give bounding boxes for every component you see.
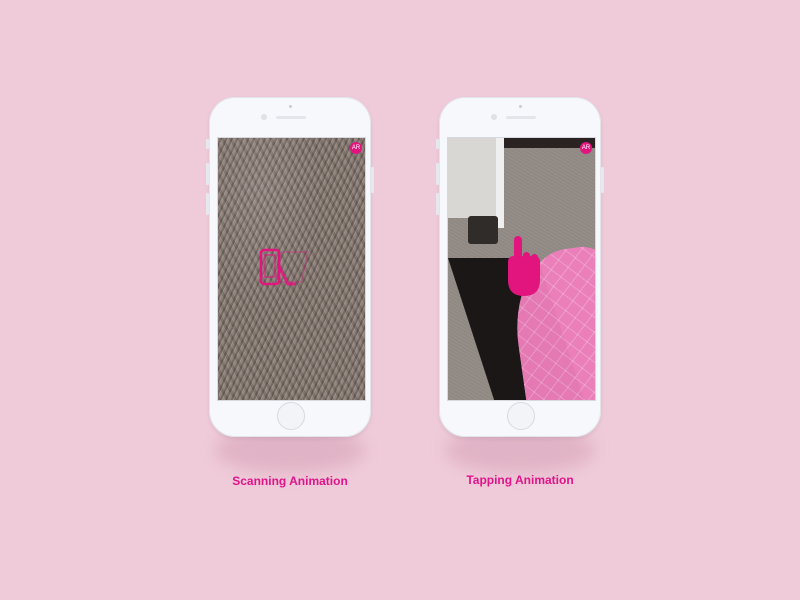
side-button xyxy=(436,139,439,149)
ar-badge-icon[interactable]: AR xyxy=(580,142,592,154)
side-button xyxy=(436,193,439,215)
home-button-icon[interactable] xyxy=(277,402,305,430)
phone-body: AR xyxy=(436,97,604,437)
sensor xyxy=(289,105,292,108)
camera-feed-object xyxy=(468,216,498,244)
side-button xyxy=(206,139,209,149)
camera-feed-door xyxy=(496,138,504,228)
ar-screen-tapping[interactable]: AR xyxy=(447,137,596,401)
earpiece-speaker xyxy=(276,116,306,119)
side-button xyxy=(601,167,604,193)
side-button xyxy=(436,163,439,185)
tap-hand-icon xyxy=(508,236,540,296)
sensor xyxy=(519,105,522,108)
caption-scanning: Scanning Animation xyxy=(232,474,348,488)
side-button xyxy=(206,163,209,185)
camera-feed-wall xyxy=(448,138,496,218)
phone-body: AR xyxy=(206,97,374,437)
earpiece-speaker xyxy=(506,116,536,119)
side-button xyxy=(206,193,209,215)
scan-phone-icon xyxy=(259,248,309,286)
ar-screen-scanning[interactable]: AR xyxy=(217,137,366,401)
front-camera xyxy=(491,114,497,120)
ar-badge-icon[interactable]: AR xyxy=(350,142,362,154)
home-button-icon[interactable] xyxy=(507,402,535,430)
caption-tapping: Tapping Animation xyxy=(466,473,574,487)
side-button xyxy=(371,167,374,193)
front-camera xyxy=(261,114,267,120)
